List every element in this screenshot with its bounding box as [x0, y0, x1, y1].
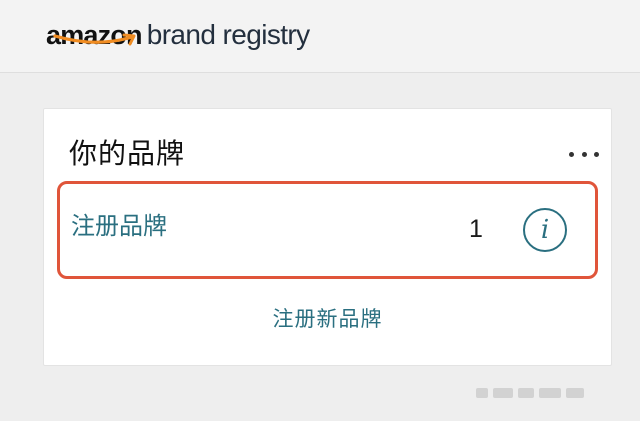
register-new-brand-link[interactable]: 注册新品牌 [44, 307, 611, 332]
your-brands-card: 你的品牌 注册品牌 1 i 注册新品牌 [43, 108, 612, 366]
app-header: amazon brand registry [0, 0, 640, 73]
amazon-brand-registry-logo[interactable]: amazon brand registry [46, 9, 310, 49]
more-options-button[interactable] [569, 147, 599, 161]
blurred-watermark [476, 384, 586, 402]
registered-brands-link[interactable]: 注册品牌 [71, 212, 167, 241]
more-horizontal-icon [594, 151, 599, 157]
logo-brand-registry-text: brand registry [146, 19, 310, 50]
more-horizontal-icon [569, 151, 574, 157]
info-circle-icon[interactable]: i [523, 208, 567, 252]
registered-brands-count: 1 [469, 215, 483, 243]
registered-brands-row: 注册品牌 1 i [57, 181, 598, 279]
more-horizontal-icon [581, 151, 587, 157]
card-title: 你的品牌 [69, 137, 186, 170]
amazon-smile-icon [53, 33, 136, 46]
